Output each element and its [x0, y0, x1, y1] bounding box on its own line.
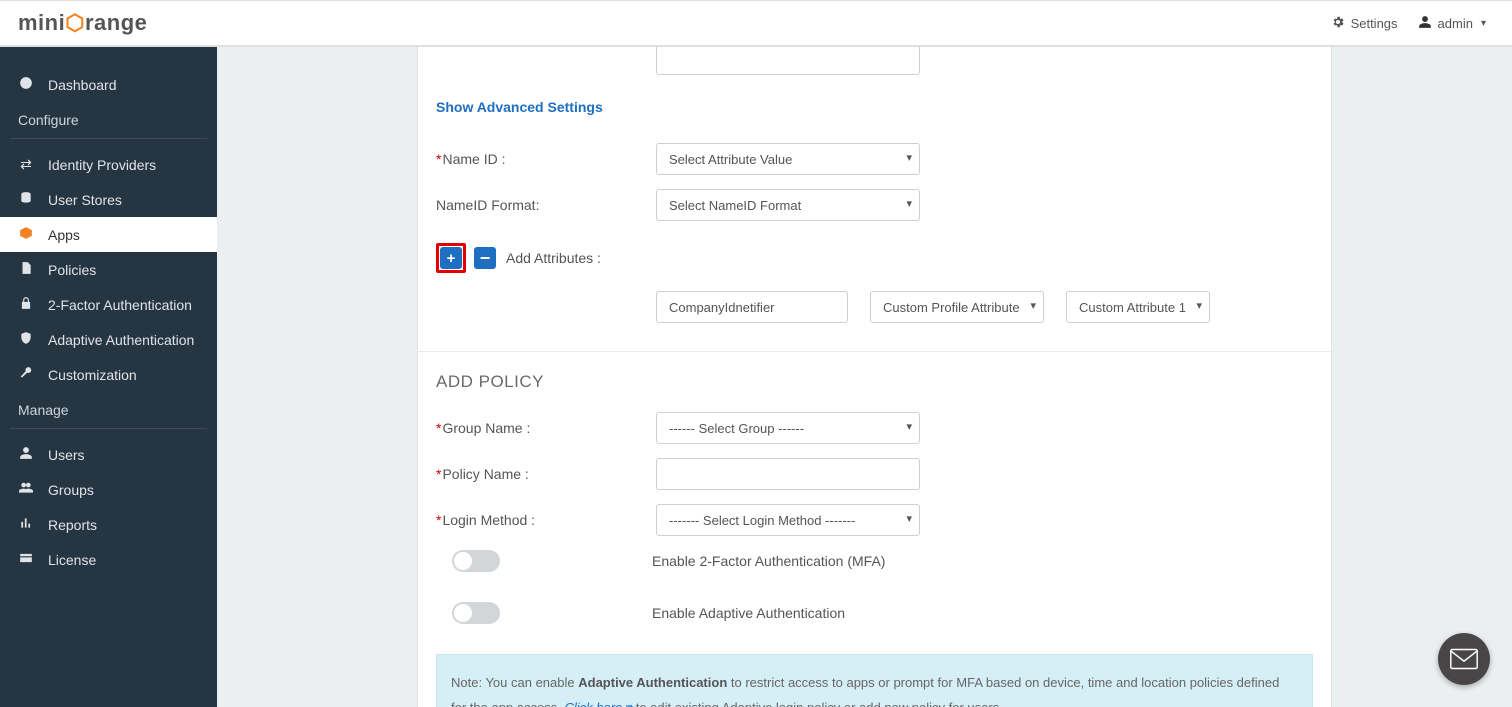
lock-icon: [18, 296, 34, 313]
users-icon: [18, 481, 34, 498]
sidebar-item-reports[interactable]: Reports: [0, 507, 217, 542]
database-icon: [18, 191, 34, 208]
gear-icon: [1331, 15, 1345, 32]
file-icon: [18, 261, 34, 278]
sidebar-item-label: Reports: [48, 517, 97, 533]
mfa-toggle-label: Enable 2-Factor Authentication (MFA): [652, 553, 885, 569]
external-link-icon: ⧉: [624, 703, 632, 707]
note-box: Note: You can enable Adaptive Authentica…: [436, 654, 1313, 707]
sidebar-section-manage: Manage: [0, 392, 217, 420]
user-icon: [1418, 15, 1432, 32]
sidebar-item-groups[interactable]: Groups: [0, 472, 217, 507]
login-method-select[interactable]: ------- Select Login Method -------: [656, 504, 920, 536]
adaptive-toggle-label: Enable Adaptive Authentication: [652, 605, 845, 621]
sidebar-item-user-stores[interactable]: User Stores: [0, 182, 217, 217]
content-area: Single Logout URL: Show Advanced Setting…: [217, 47, 1512, 707]
sidebar-section-configure: Configure: [0, 102, 217, 130]
nameid-label: *Name ID :: [436, 151, 656, 167]
sidebar-item-label: Groups: [48, 482, 94, 498]
top-bar: mini⬡range Settings admin ▾: [0, 0, 1512, 47]
nameid-format-select[interactable]: Select NameID Format: [656, 189, 920, 221]
sidebar-item-license[interactable]: License: [0, 542, 217, 577]
sidebar: Dashboard Configure ⇄ Identity Providers…: [0, 47, 217, 707]
settings-label: Settings: [1351, 16, 1398, 31]
sidebar-item-label: Dashboard: [48, 77, 117, 93]
group-name-label: *Group Name :: [436, 420, 656, 436]
sidebar-item-policies[interactable]: Policies: [0, 252, 217, 287]
dashboard-icon: [18, 76, 34, 93]
nameid-format-label: NameID Format:: [436, 197, 656, 213]
card-icon: [18, 551, 34, 568]
policy-name-label: *Policy Name :: [436, 466, 656, 482]
sidebar-item-label: Adaptive Authentication: [48, 332, 194, 348]
mfa-toggle[interactable]: [452, 550, 500, 572]
sidebar-item-label: Identity Providers: [48, 157, 156, 173]
nameid-select[interactable]: Select Attribute Value: [656, 143, 920, 175]
sidebar-item-apps[interactable]: Apps: [0, 217, 217, 252]
sidebar-item-users[interactable]: Users: [0, 437, 217, 472]
user-menu[interactable]: admin ▾: [1410, 9, 1494, 38]
attribute-type-select[interactable]: Custom Profile Attribute: [870, 291, 1044, 323]
swap-icon: ⇄: [18, 156, 34, 173]
sidebar-item-customization[interactable]: Customization: [0, 357, 217, 392]
add-policy-heading: ADD POLICY: [436, 372, 1313, 392]
config-panel: Single Logout URL: Show Advanced Setting…: [417, 47, 1332, 707]
user-label: admin: [1438, 16, 1473, 31]
add-attribute-highlight: +: [436, 243, 466, 273]
settings-link[interactable]: Settings: [1323, 9, 1406, 38]
shield-icon: [18, 331, 34, 348]
attribute-name-input[interactable]: [656, 291, 848, 323]
sidebar-item-label: License: [48, 552, 96, 568]
chart-icon: [18, 516, 34, 533]
wrench-icon: [18, 366, 34, 383]
sidebar-item-dashboard[interactable]: Dashboard: [0, 67, 217, 102]
sidebar-item-identity-providers[interactable]: ⇄ Identity Providers: [0, 147, 217, 182]
click-here-link[interactable]: Click here⧉: [564, 700, 632, 707]
sidebar-item-label: 2-Factor Authentication: [48, 297, 192, 313]
sidebar-item-label: User Stores: [48, 192, 122, 208]
chevron-down-icon: ▾: [1481, 18, 1486, 29]
envelope-icon: [1449, 648, 1479, 670]
sidebar-item-label: Customization: [48, 367, 137, 383]
remove-attribute-button[interactable]: −: [474, 247, 496, 269]
logo: mini⬡range: [18, 10, 147, 36]
slo-url-input[interactable]: [656, 47, 920, 75]
sidebar-item-2fa[interactable]: 2-Factor Authentication: [0, 287, 217, 322]
adaptive-toggle[interactable]: [452, 602, 500, 624]
sidebar-item-label: Users: [48, 447, 85, 463]
chat-button[interactable]: [1438, 633, 1490, 685]
login-method-label: *Login Method :: [436, 512, 656, 528]
policy-name-input[interactable]: [656, 458, 920, 490]
add-attribute-button[interactable]: +: [440, 247, 462, 269]
attribute-value-select[interactable]: Custom Attribute 1: [1066, 291, 1210, 323]
user-icon: [18, 446, 34, 463]
show-advanced-settings-link[interactable]: Show Advanced Settings: [436, 99, 603, 115]
box-icon: [18, 226, 34, 243]
group-select[interactable]: ------ Select Group ------: [656, 412, 920, 444]
add-attributes-label: Add Attributes :: [506, 250, 601, 266]
sidebar-item-label: Policies: [48, 262, 96, 278]
sidebar-item-adaptive[interactable]: Adaptive Authentication: [0, 322, 217, 357]
sidebar-item-label: Apps: [48, 227, 80, 243]
